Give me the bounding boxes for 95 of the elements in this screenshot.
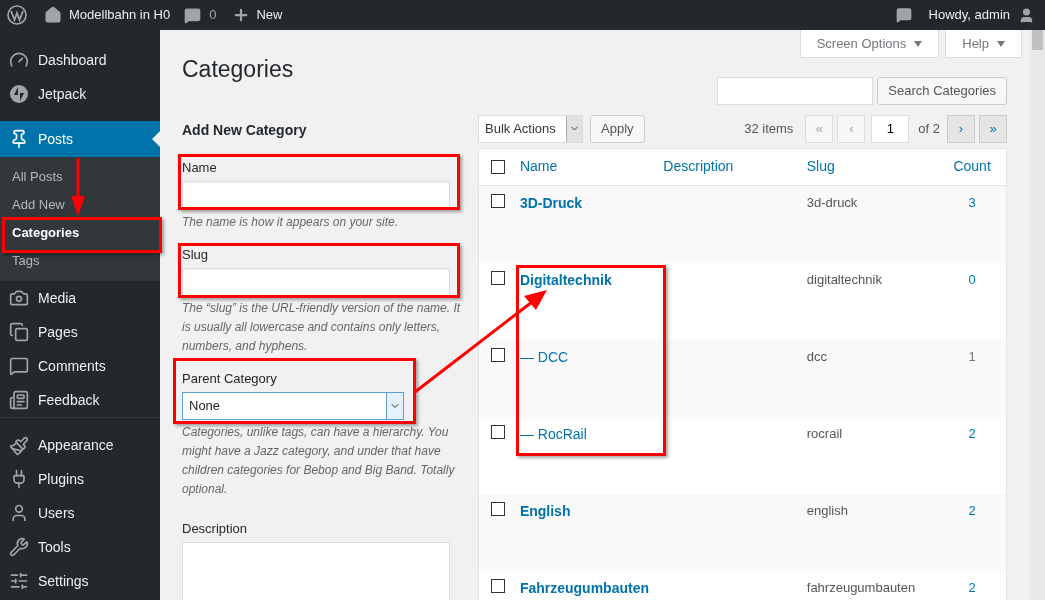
jetpack-icon: [9, 84, 29, 104]
count-link[interactable]: 2: [968, 502, 976, 518]
checkbox[interactable]: [491, 270, 505, 285]
field-label: Description: [182, 519, 249, 537]
menu-item[interactable]: Plugins: [0, 462, 160, 496]
table-cell: digitaltechnik: [806, 271, 882, 287]
table-cell: 3d-druck: [806, 194, 858, 210]
menu-item[interactable]: Feedback: [0, 383, 160, 417]
menu-item[interactable]: Users: [0, 496, 160, 530]
camera-icon: [9, 288, 29, 308]
category-name-link[interactable]: Digitaltechnik: [519, 271, 612, 288]
field-hint: The “slug” is the URL-friendly version of the name. It is usually all lowercase and contains only letters, numbers, and hyphens.: [182, 299, 462, 355]
search-field[interactable]: [717, 76, 874, 105]
menu-item[interactable]: Media: [0, 281, 160, 315]
category-name-link[interactable]: — DCC: [519, 348, 569, 365]
user-icon: [1018, 6, 1035, 24]
checkbox[interactable]: [491, 501, 505, 516]
pagination-button[interactable]: ›: [947, 114, 975, 143]
column-header[interactable]: Name: [519, 156, 664, 177]
site-link[interactable]: Modellbahn in H0: [44, 5, 171, 25]
field-label: Slug: [182, 245, 210, 263]
menu-item[interactable]: Dashboard: [0, 43, 160, 77]
pages-icon: [9, 322, 29, 342]
checkbox[interactable]: [491, 424, 505, 439]
menu-item[interactable]: Settings: [0, 564, 160, 598]
submenu-item[interactable]: Categories: [0, 219, 160, 247]
new-link[interactable]: New: [232, 5, 283, 25]
paintbrush-icon: [9, 435, 29, 456]
checkbox[interactable]: [491, 159, 505, 174]
form-icon: [9, 390, 29, 410]
items-count: 32 items: [744, 119, 794, 138]
name-field[interactable]: [182, 180, 450, 209]
page-title: Categories: [182, 55, 294, 84]
chevron-down-icon: [386, 392, 403, 419]
home-icon: [44, 6, 62, 24]
scrollbar-thumb[interactable]: [1032, 30, 1043, 50]
current-pointer-icon: [152, 131, 160, 147]
submenu-item[interactable]: Tags: [0, 247, 160, 275]
column-header[interactable]: Description: [663, 156, 807, 177]
user-icon: [9, 503, 29, 523]
menu-item[interactable]: Jetpack: [0, 77, 160, 111]
menu-item[interactable]: Appearance: [0, 417, 160, 462]
form-heading: Add New Category: [182, 120, 308, 140]
search-button[interactable]: Search Categories: [877, 76, 1007, 105]
field-hint: Categories, unlike tags, can have a hierarchy. You might have a Jazz category, and under that have children categories for Bebop and Big Band. Totally optional.: [182, 423, 456, 498]
screen-meta-tab[interactable]: Help: [945, 30, 1022, 58]
field-label: Name: [182, 158, 218, 176]
gauge-icon: [9, 50, 29, 70]
slug-field[interactable]: [182, 267, 450, 296]
caret-icon: [997, 40, 1005, 47]
menu-item[interactable]: Pages: [0, 315, 160, 349]
category-name-link[interactable]: Fahrzeugumbauten: [519, 579, 649, 596]
column-header[interactable]: Slug: [806, 156, 939, 177]
menu-item[interactable]: Posts: [0, 121, 160, 157]
category-name-link[interactable]: English: [519, 502, 571, 519]
caret-icon: [914, 40, 923, 47]
parent-category-select[interactable]: None: [182, 391, 404, 420]
count-link[interactable]: 2: [968, 579, 976, 595]
column-header[interactable]: Count: [938, 156, 1006, 177]
page-field[interactable]: 1: [871, 114, 910, 143]
page-total: of 2: [918, 119, 940, 138]
chevron-down-icon: [566, 115, 582, 142]
apply-button[interactable]: Apply: [590, 114, 645, 143]
count-link[interactable]: 2: [968, 425, 976, 441]
checkbox[interactable]: [491, 578, 505, 593]
speech-bubble-icon: [184, 6, 202, 24]
wrench-icon: [9, 537, 29, 557]
menu-item[interactable]: Tools: [0, 530, 160, 564]
table-cell: rocrail: [806, 425, 843, 441]
table-cell: english: [806, 502, 848, 518]
wordpress-logo-icon[interactable]: [7, 5, 27, 25]
sliders-icon: [9, 571, 29, 591]
submenu-item[interactable]: Add New: [0, 191, 160, 219]
table-cell: fahrzeugumbauten: [806, 579, 916, 595]
checkbox[interactable]: [491, 347, 505, 362]
menu-item[interactable]: Comments: [0, 349, 160, 383]
field-hint: The name is how it appears on your site.: [182, 213, 400, 231]
speech-bubble-icon: [9, 356, 29, 376]
category-name-link[interactable]: 3D-Druck: [519, 194, 583, 211]
bulk-actions-select[interactable]: Bulk Actions: [478, 114, 583, 143]
comments-link[interactable]: 0: [184, 5, 217, 25]
submenu-item[interactable]: All Posts: [0, 163, 160, 191]
annotation-arrow: [70, 158, 86, 216]
checkbox[interactable]: [491, 193, 505, 208]
pagination-button[interactable]: »: [979, 114, 1007, 143]
notification-icon[interactable]: [895, 7, 912, 23]
table-cell: dcc: [806, 348, 827, 364]
count-link[interactable]: 0: [968, 271, 976, 287]
screen-meta-tab[interactable]: Screen Options: [799, 30, 940, 58]
count-link[interactable]: 3: [968, 194, 976, 210]
scrollbar[interactable]: [1030, 30, 1045, 600]
category-name-link[interactable]: — RocRail: [519, 425, 587, 442]
pin-icon: [9, 129, 29, 149]
account-menu[interactable]: Howdy, admin: [928, 5, 1035, 25]
field-label: Parent Category: [182, 369, 278, 387]
